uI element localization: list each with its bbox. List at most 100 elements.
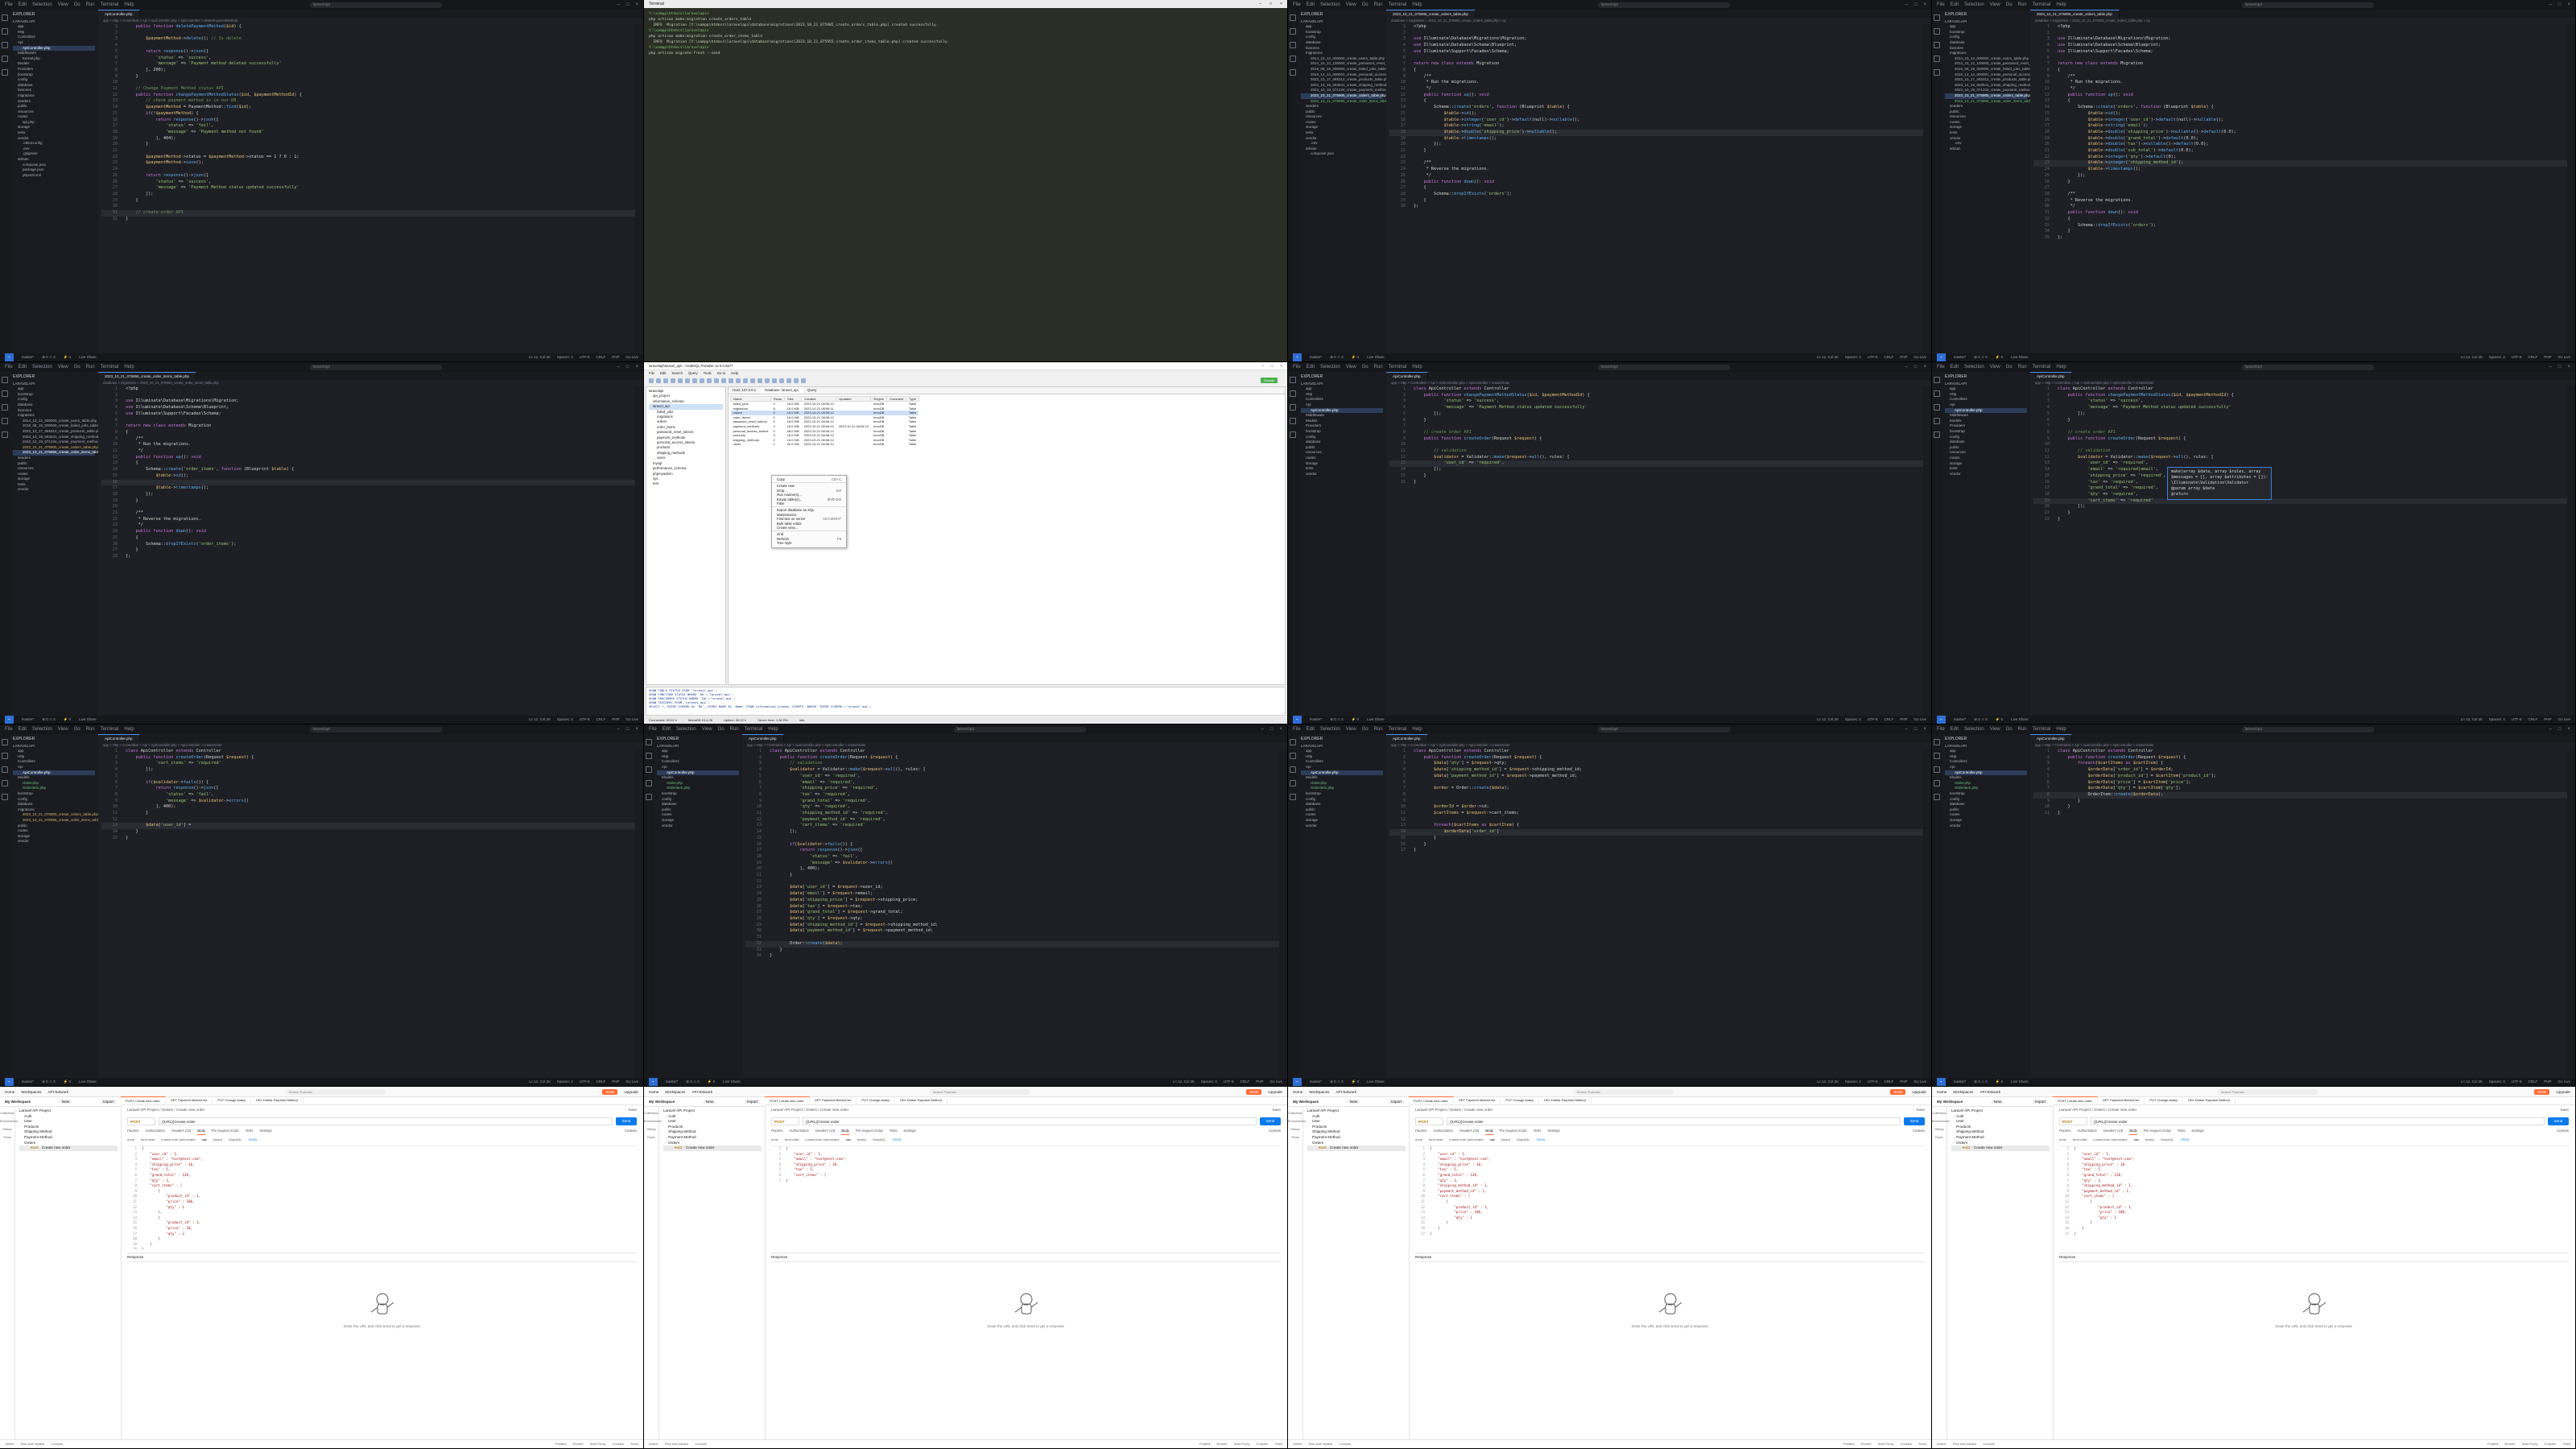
status-item[interactable]: master* (1310, 1078, 1323, 1086)
command-search-input[interactable]: laravelapi (1597, 364, 1730, 370)
toolbar-button-icon[interactable] (649, 378, 654, 383)
rail-item[interactable]: Flows (1288, 1133, 1302, 1141)
menu-help[interactable]: Help (1412, 727, 1422, 732)
menu-terminal[interactable]: Terminal (1389, 365, 1407, 369)
footer-item[interactable]: Start Proxy (1234, 1440, 1250, 1448)
explorer-icon[interactable] (1290, 739, 1296, 745)
tree-item[interactable]: test (649, 481, 723, 486)
status-item[interactable]: ⊗ 0 ⚠ 0 (686, 1078, 700, 1086)
menu-view[interactable]: View (1346, 365, 1356, 369)
menu-view[interactable]: View (58, 2, 68, 7)
explorer-item[interactable]: ApiController.php (1945, 407, 2027, 414)
code-editor[interactable]: 1 class ApiController extends Controller 2… (2030, 749, 2567, 1078)
menu-help[interactable]: Help (1412, 365, 1422, 369)
status-item[interactable]: master* (1954, 716, 1967, 724)
minimap[interactable] (2567, 749, 2575, 1078)
explorer-item[interactable]: app (1945, 386, 2027, 392)
menu-terminal[interactable]: Terminal (1389, 727, 1407, 732)
status-item[interactable]: ⚡ 0 (1352, 353, 1359, 361)
status-item[interactable]: ⚡ 0 (64, 716, 71, 724)
maximize-icon[interactable]: □ (1269, 0, 1272, 8)
collection-item[interactable]: User (1307, 1119, 1406, 1125)
command-search-input[interactable]: laravelapi (2241, 2, 2374, 8)
subtab[interactable]: Pre-request Script (2144, 1129, 2171, 1135)
collection-item[interactable]: Payment Method (19, 1135, 118, 1141)
request-tab[interactable]: POST Create new order (765, 1096, 810, 1104)
footer-item[interactable]: Cookies (612, 1440, 623, 1448)
breadcrumb-text[interactable]: Laravel API Project / Orders / Create ne… (127, 1108, 204, 1116)
status-item[interactable]: PHP (2544, 716, 2551, 724)
debug-icon[interactable] (1290, 418, 1296, 424)
status-item[interactable]: Spaces: 4 (1845, 1078, 1861, 1086)
rail-item[interactable]: History (1932, 1125, 1946, 1133)
explorer-item[interactable]: OrderItem.php (13, 786, 95, 791)
status-item[interactable]: master* (22, 353, 35, 361)
explorer-item[interactable]: Providers (13, 67, 95, 72)
explorer-item[interactable]: 2023_10_17_065312_create_products_table.… (1301, 77, 1386, 83)
menu-go[interactable]: Go (1362, 365, 1368, 369)
send-button[interactable]: Send (1904, 1117, 1925, 1125)
toolbar-button-icon[interactable] (801, 378, 806, 383)
subtab[interactable]: Authorization (1433, 1129, 1452, 1135)
status-item[interactable]: PHP (2544, 1078, 2551, 1086)
status-item[interactable]: PHP (612, 716, 619, 724)
menu-go[interactable]: Go (74, 365, 80, 369)
footer-item[interactable]: Postbot (1199, 1440, 1211, 1448)
remote-indicator[interactable]: ⌁ (1937, 353, 1946, 361)
explorer-item[interactable]: Order.php (657, 781, 739, 786)
explorer-item[interactable]: vendor (13, 487, 95, 493)
body-type-option[interactable]: x-www-form-urlencoded (805, 1137, 839, 1144)
menu-file[interactable]: File (1293, 727, 1301, 732)
remote-indicator[interactable]: ⌁ (649, 1078, 658, 1086)
search-postman-input[interactable]: Search Postman (1573, 1088, 1674, 1095)
search-icon[interactable] (1934, 28, 1940, 35)
breadcrumb[interactable]: app > Http > Controllers > Api > ApiCont… (742, 742, 1287, 749)
status-item[interactable]: Live Share (79, 716, 97, 724)
source-control-icon[interactable] (1934, 404, 1940, 411)
status-item[interactable]: Live Share (2011, 716, 2029, 724)
menu-run[interactable]: Run (2018, 2, 2027, 7)
collection-item[interactable]: Auth (1307, 1114, 1406, 1120)
explorer-item[interactable]: vendor (1945, 136, 2027, 142)
status-item[interactable]: PHP (612, 353, 619, 361)
status-item[interactable]: PHP (1900, 353, 1907, 361)
explorer-item[interactable]: routes (1945, 812, 2027, 818)
nav-home[interactable]: Home (1937, 1090, 1946, 1094)
explorer-item[interactable]: bootstrap (1301, 30, 1383, 35)
cookies-link[interactable]: Cookies (625, 1129, 637, 1135)
explorer-item[interactable]: api.php (13, 120, 95, 126)
debug-icon[interactable] (2, 418, 8, 424)
menu-terminal[interactable]: Terminal (2033, 365, 2051, 369)
remote-indicator[interactable]: ⌁ (1293, 353, 1302, 361)
explorer-item[interactable]: composer.json (1301, 151, 1383, 157)
explorer-item[interactable]: storage (1301, 818, 1383, 824)
close-icon[interactable]: × (635, 727, 638, 732)
subtab[interactable]: Body (1485, 1129, 1493, 1135)
explorer-item[interactable]: LARAVELAPI (13, 19, 95, 25)
body-type-option[interactable]: form-data (141, 1137, 155, 1144)
explorer-item[interactable]: Http (1945, 754, 2027, 760)
explorer-icon[interactable] (1934, 739, 1940, 745)
explorer-item[interactable]: database (13, 402, 95, 408)
subtab[interactable]: Authorization (2077, 1129, 2096, 1135)
status-item[interactable]: UTF-8 (2512, 353, 2522, 361)
menu-view[interactable]: View (1990, 365, 2000, 369)
menu-view[interactable]: View (1990, 2, 2000, 7)
rail-item[interactable]: Flows (644, 1133, 658, 1141)
footer-item[interactable]: Find and replace (1953, 1440, 1977, 1448)
minimap[interactable] (635, 24, 643, 353)
status-item[interactable]: Go Live (2557, 1078, 2570, 1086)
explorer-item[interactable]: 2023_10_19_071234_create_payment_methods… (1945, 88, 2030, 93)
donate-button[interactable]: Donate (1261, 378, 1278, 383)
explorer-item[interactable]: vendor (1945, 472, 2027, 477)
status-item[interactable]: master* (22, 716, 35, 724)
toolbar-button-icon[interactable] (750, 378, 755, 383)
context-menu-item[interactable]: Copy Ctrl+C (772, 477, 846, 481)
maximize-icon[interactable]: □ (1914, 2, 1918, 7)
explorer-item[interactable]: storage (657, 818, 739, 824)
code-editor[interactable]: 1 <?php 2 3 use Illuminate\Database\Migratio… (2030, 24, 2567, 353)
minimap[interactable] (1923, 24, 1931, 353)
explorer-item[interactable]: app (1301, 386, 1383, 392)
explorer-item[interactable]: .env (1301, 141, 1383, 147)
explorer-item[interactable]: Http (1945, 392, 2027, 398)
